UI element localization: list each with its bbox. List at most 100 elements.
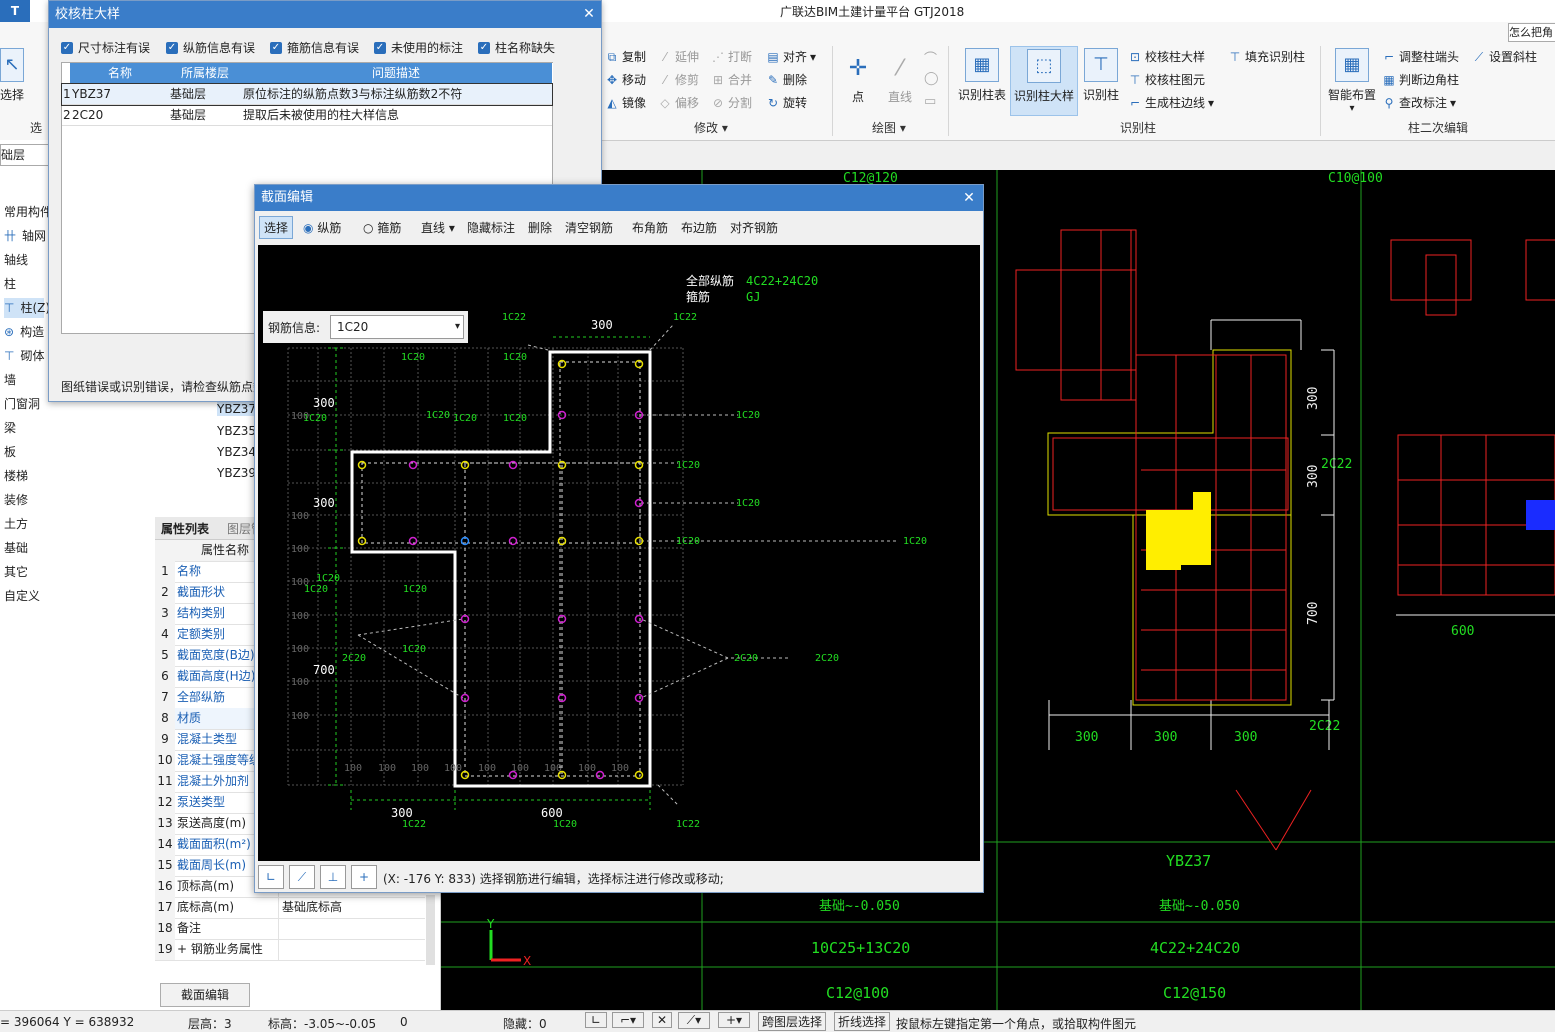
arc-icon[interactable]: ⌒ bbox=[924, 48, 937, 67]
nav-other[interactable]: 其它 bbox=[4, 562, 28, 582]
nav-door[interactable]: 门窗洞 bbox=[4, 394, 40, 414]
rebar-label[interactable]: 2C20 bbox=[342, 653, 366, 664]
select-tool-button[interactable]: 选择 bbox=[259, 216, 294, 239]
nav-masonry[interactable]: ⊤ 砌体 bbox=[4, 346, 44, 366]
property-value[interactable] bbox=[278, 939, 282, 960]
move-button[interactable]: ✥ 移动 bbox=[605, 71, 646, 89]
delete-button[interactable]: ✎ 删除 bbox=[766, 71, 807, 89]
nav-slab[interactable]: 板 bbox=[4, 442, 16, 462]
clear-rebar-button[interactable]: 清空钢筋 bbox=[565, 219, 613, 236]
align-button[interactable]: ▤ 对齐 ▾ bbox=[766, 48, 816, 66]
nav-construct[interactable]: ⊛ 构造 bbox=[4, 322, 44, 342]
rebar-label[interactable]: 1C20 bbox=[426, 410, 450, 421]
rebar-point[interactable] bbox=[634, 693, 644, 703]
dialog-title-bar[interactable]: 截面编辑 ✕ bbox=[255, 185, 983, 211]
break-button[interactable]: ⋰ 打断 bbox=[711, 48, 752, 66]
section-canvas[interactable]: 1C22 1C22 1C20 1C20 1C20 1C20 1C20 1C20 1C20 1C20… bbox=[258, 245, 980, 861]
add-point-icon[interactable]: + bbox=[351, 865, 377, 889]
section-edit-button[interactable]: 截面编辑 bbox=[160, 983, 250, 1007]
rebar-label[interactable]: 1C20 bbox=[503, 352, 527, 363]
recognize-detail-button[interactable]: ⬚ 识别柱大样 bbox=[1010, 46, 1078, 116]
nav-stair[interactable]: 楼梯 bbox=[4, 466, 28, 486]
property-value[interactable] bbox=[278, 918, 282, 939]
rebar-label[interactable]: 1C20 bbox=[676, 536, 700, 547]
rebar-label[interactable]: 1C20 bbox=[316, 573, 340, 584]
list-item[interactable]: YBZ39 bbox=[217, 466, 256, 480]
rebar-label[interactable]: 1C20 bbox=[903, 536, 927, 547]
angle-toggle[interactable]: ⟋▾ bbox=[678, 1012, 710, 1029]
dialog-title-bar[interactable]: 校核柱大样 ✕ bbox=[49, 1, 601, 28]
rebar-label[interactable]: 1C20 bbox=[736, 498, 760, 509]
table-row[interactable]: 1 YBZ37 基础层 原位标注的纵筋点数3与标注纵筋数2不符 bbox=[61, 83, 553, 106]
rebar-label[interactable]: 1C22 bbox=[673, 312, 697, 323]
select-button[interactable]: ↖ 选择 bbox=[0, 48, 24, 103]
polyline-button[interactable]: 折线选择 bbox=[834, 1012, 891, 1031]
rebar-label[interactable]: 2C20 bbox=[734, 653, 758, 664]
check-missing-name[interactable]: ✓ 柱名称缺失 bbox=[478, 39, 555, 56]
rebar-point[interactable] bbox=[634, 614, 644, 624]
cross-layer-button[interactable]: 跨图层选择 bbox=[758, 1012, 827, 1031]
rebar-label[interactable]: 2C20 bbox=[815, 653, 839, 664]
check-element-button[interactable]: ⊤ 校核柱图元 bbox=[1128, 71, 1205, 89]
snap-toggle[interactable]: ⌐▾ bbox=[612, 1012, 644, 1028]
rebar-label[interactable]: 1C22 bbox=[676, 819, 700, 830]
merge-button[interactable]: ⊞ 合并 bbox=[711, 71, 752, 89]
align-rebar-button[interactable]: 对齐钢筋 bbox=[730, 219, 778, 236]
check-long-rebar[interactable]: ✓ 纵筋信息有误 bbox=[166, 39, 255, 56]
table-row[interactable]: 2 2C20 基础层 提取后未被使用的柱大样信息 bbox=[62, 105, 552, 126]
rebar-point[interactable] bbox=[508, 536, 518, 546]
stirrup-radio[interactable]: ○ 箍筋 bbox=[363, 219, 401, 236]
line-tool-button[interactable]: 直线 ▾ bbox=[421, 219, 455, 236]
nav-wall[interactable]: 墙 bbox=[4, 370, 16, 390]
extend-button[interactable]: ⁄ 延伸 bbox=[658, 48, 699, 66]
property-row[interactable]: 19 + 钢筋业务属性 bbox=[155, 939, 425, 961]
point-button[interactable]: ✛ 点 bbox=[842, 50, 874, 105]
rebar-label[interactable]: 1C20 bbox=[736, 410, 760, 421]
delete-button[interactable]: 删除 bbox=[528, 219, 552, 236]
set-slope-button[interactable]: ⟋ 设置斜柱 bbox=[1472, 48, 1537, 66]
rebar-label[interactable]: 1C20 bbox=[503, 413, 527, 424]
adjust-end-button[interactable]: ⌐ 调整柱端头 bbox=[1382, 48, 1459, 66]
floor-select[interactable]: 础层 bbox=[0, 144, 50, 166]
help-search-input[interactable]: 怎么把角 bbox=[1508, 23, 1555, 42]
view-label-button[interactable]: ⚲ 查改标注 ▾ bbox=[1382, 94, 1456, 112]
list-item[interactable]: YBZ34 bbox=[217, 445, 256, 459]
edge-rebar-button[interactable]: 布边筋 bbox=[681, 219, 717, 236]
offset-button[interactable]: ◇ 偏移 bbox=[658, 94, 699, 112]
nav-grid[interactable]: 卄轴网 bbox=[4, 226, 46, 246]
rebar-label[interactable]: 1C20 bbox=[553, 819, 577, 830]
perpendicular-icon[interactable]: ⊥ bbox=[320, 865, 346, 889]
rebar-point[interactable] bbox=[595, 770, 605, 780]
cross-icon[interactable]: ✕ bbox=[652, 1012, 672, 1028]
nav-axis[interactable]: 轴线 bbox=[4, 250, 28, 270]
line-button[interactable]: ⁄ 直线 bbox=[884, 50, 916, 105]
snap-icon[interactable]: ⟋ bbox=[289, 865, 315, 889]
nav-earth[interactable]: 土方 bbox=[4, 514, 28, 534]
close-icon[interactable]: ✕ bbox=[579, 1, 599, 28]
rebar-label[interactable]: 1C20 bbox=[676, 460, 700, 471]
modify-group-label[interactable]: 修改 ▾ bbox=[694, 119, 728, 136]
copy-button[interactable]: ⧉ 复制 bbox=[605, 48, 646, 66]
ortho-toggle[interactable]: ∟ bbox=[585, 1012, 607, 1028]
property-row[interactable]: 18 备注 bbox=[155, 918, 425, 940]
nav-beam[interactable]: 梁 bbox=[4, 418, 16, 438]
check-dimension[interactable]: ✓ 尺寸标注有误 bbox=[61, 39, 150, 56]
tab-property-list[interactable]: 属性列表 bbox=[161, 520, 209, 537]
smart-layout-button[interactable]: ▦ 智能布置 ▾ bbox=[1326, 48, 1378, 114]
nav-column[interactable]: 柱 bbox=[4, 274, 16, 294]
fill-recognize-button[interactable]: ⊤ 填充识别柱 bbox=[1228, 48, 1305, 66]
rebar-info-select[interactable]: 1C20 ▾ bbox=[330, 315, 464, 339]
rebar-label[interactable]: 1C20 bbox=[402, 644, 426, 655]
recognize-column-button[interactable]: ⊤ 识别柱 bbox=[1080, 48, 1122, 103]
circle-icon[interactable]: ◯ bbox=[924, 71, 939, 86]
gen-edge-button[interactable]: ⌐ 生成柱边线 ▾ bbox=[1128, 94, 1214, 112]
hide-label-button[interactable]: 隐藏标注 bbox=[467, 219, 515, 236]
rebar-label[interactable]: 1C22 bbox=[402, 819, 426, 830]
nav-decor[interactable]: 装修 bbox=[4, 490, 28, 510]
judge-corner-button[interactable]: ▦ 判断边角柱 bbox=[1382, 71, 1459, 89]
long-rebar-radio[interactable]: ◉ 纵筋 bbox=[303, 219, 341, 236]
list-item[interactable]: YBZ37 bbox=[217, 402, 257, 416]
rebar-label[interactable]: 1C20 bbox=[401, 352, 425, 363]
mirror-button[interactable]: ◭ 镜像 bbox=[605, 94, 646, 112]
nav-custom[interactable]: 自定义 bbox=[4, 586, 40, 606]
